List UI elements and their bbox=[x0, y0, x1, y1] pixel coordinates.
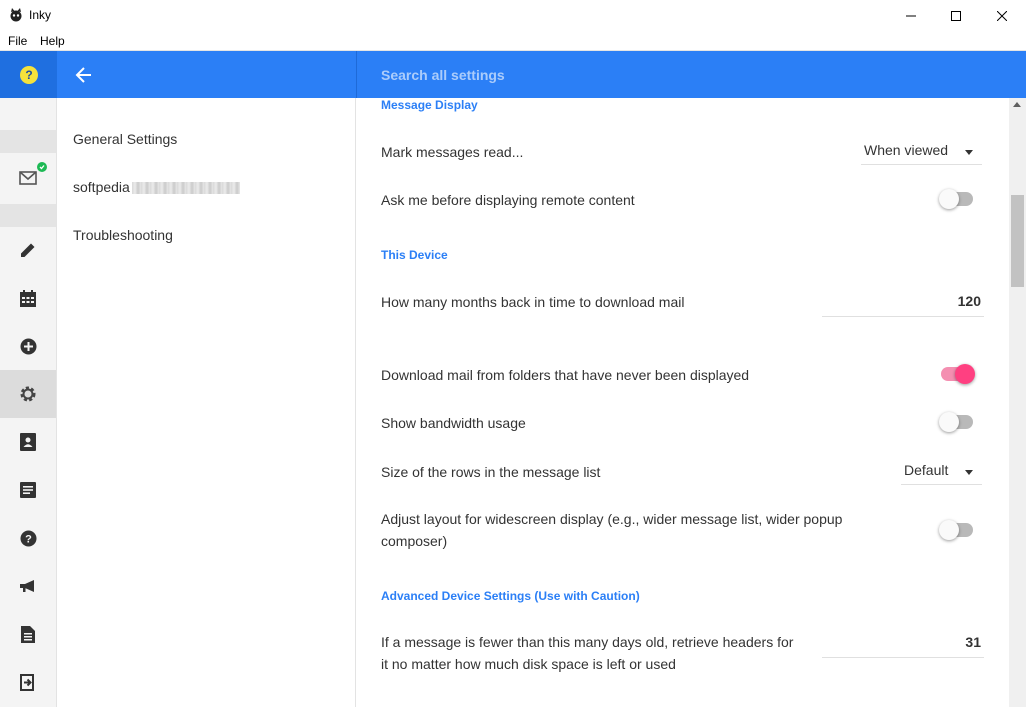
settings-search-input[interactable]: Search all settings bbox=[381, 67, 505, 83]
remote-content-toggle[interactable] bbox=[939, 189, 975, 209]
days-old-label-line1: If a message is fewer than this many day… bbox=[381, 634, 794, 650]
close-icon bbox=[997, 10, 1007, 21]
menu-bar: File Help bbox=[0, 31, 1026, 51]
settings-header: ? Search all settings bbox=[0, 51, 1026, 98]
rail-separator bbox=[0, 204, 56, 227]
rail-item-announcements[interactable] bbox=[0, 562, 56, 610]
widescreen-label-line2: composer) bbox=[381, 533, 448, 549]
section-this-device: This Device bbox=[381, 248, 448, 262]
add-circle-icon bbox=[20, 338, 36, 354]
shield-icon bbox=[37, 162, 47, 172]
chevron-down-icon bbox=[965, 150, 973, 155]
minimize-button[interactable] bbox=[888, 0, 934, 31]
rail-item-contacts[interactable] bbox=[0, 418, 56, 466]
header-divider bbox=[356, 51, 357, 98]
settings-nav: General Settings softpedia Troubleshooti… bbox=[57, 98, 356, 707]
close-button[interactable] bbox=[979, 0, 1025, 31]
inky-cat-icon bbox=[10, 8, 22, 22]
help-area: ? bbox=[0, 51, 57, 98]
maximize-icon bbox=[951, 10, 961, 21]
row-size-value: Default bbox=[904, 462, 949, 478]
row-size-select[interactable]: Default bbox=[901, 459, 982, 485]
days-old-label-line2: it no matter how much disk space is left… bbox=[381, 656, 676, 672]
rail-item-notes[interactable] bbox=[0, 466, 56, 514]
rail-item-calendar[interactable] bbox=[0, 274, 56, 322]
nav-general-settings[interactable]: General Settings bbox=[73, 131, 177, 147]
redacted-email bbox=[131, 182, 240, 195]
download-folders-toggle[interactable] bbox=[939, 364, 975, 384]
nav-account-label: softpedia bbox=[73, 179, 130, 195]
rail-item-documents[interactable] bbox=[0, 610, 56, 658]
mark-read-label: Mark messages read... bbox=[381, 144, 524, 160]
download-folders-label: Download mail from folders that have nev… bbox=[381, 367, 750, 383]
mark-read-value: When viewed bbox=[864, 142, 949, 158]
contacts-icon bbox=[20, 433, 36, 451]
bandwidth-label: Show bandwidth usage bbox=[381, 415, 526, 431]
widescreen-label-line1: Adjust layout for widescreen display (e.… bbox=[381, 511, 843, 527]
widescreen-toggle[interactable] bbox=[939, 520, 975, 540]
menu-help[interactable]: Help bbox=[40, 34, 65, 48]
help-icon: ? bbox=[20, 530, 36, 546]
days-old-input[interactable]: 31 bbox=[822, 628, 984, 658]
minimize-icon bbox=[906, 15, 916, 16]
pencil-icon bbox=[21, 243, 35, 257]
widescreen-label: Adjust layout for widescreen display (e.… bbox=[381, 508, 842, 552]
days-old-label: If a message is fewer than this many day… bbox=[381, 631, 793, 675]
section-advanced: Advanced Device Settings (Use with Cauti… bbox=[381, 589, 640, 603]
scroll-up-arrow-icon[interactable] bbox=[1013, 102, 1021, 107]
logout-icon bbox=[20, 673, 34, 691]
toggle-thumb bbox=[939, 189, 959, 209]
calendar-icon bbox=[20, 289, 36, 307]
rail-item-add[interactable] bbox=[0, 322, 56, 370]
gear-icon bbox=[20, 386, 36, 402]
toggle-thumb bbox=[955, 364, 975, 384]
rail-item-mail[interactable] bbox=[0, 154, 56, 202]
remote-content-label: Ask me before displaying remote content bbox=[381, 192, 635, 208]
scroll-thumb[interactable] bbox=[1011, 195, 1024, 287]
nav-troubleshooting[interactable]: Troubleshooting bbox=[73, 227, 173, 243]
svg-text:?: ? bbox=[25, 533, 32, 545]
section-message-display: Message Display bbox=[381, 98, 478, 112]
document-icon bbox=[21, 625, 35, 643]
bandwidth-toggle[interactable] bbox=[939, 412, 975, 432]
megaphone-icon bbox=[20, 580, 34, 592]
icon-rail: ? bbox=[0, 98, 57, 707]
help-badge[interactable]: ? bbox=[20, 66, 38, 84]
chevron-down-icon bbox=[965, 470, 973, 475]
back-arrow-icon[interactable] bbox=[74, 65, 94, 85]
rail-item-settings[interactable] bbox=[0, 370, 56, 418]
settings-content: Message Display Mark messages read... Wh… bbox=[357, 98, 1009, 707]
maximize-button[interactable] bbox=[933, 0, 979, 31]
toggle-thumb bbox=[939, 412, 959, 432]
title-bar: Inky bbox=[0, 0, 1026, 31]
menu-file[interactable]: File bbox=[8, 34, 27, 48]
rail-item-help[interactable]: ? bbox=[0, 514, 56, 562]
rail-item-logout[interactable] bbox=[0, 658, 56, 706]
row-size-label: Size of the rows in the message list bbox=[381, 464, 601, 480]
rail-item-compose[interactable] bbox=[0, 226, 56, 274]
notes-icon bbox=[20, 482, 36, 498]
mark-read-select[interactable]: When viewed bbox=[861, 139, 982, 165]
months-back-input[interactable]: 120 bbox=[822, 287, 984, 317]
months-back-label: How many months back in time to download… bbox=[381, 294, 685, 310]
window-title: Inky bbox=[29, 8, 52, 22]
content-scrollbar[interactable] bbox=[1009, 98, 1026, 707]
mail-icon bbox=[19, 171, 37, 185]
nav-account[interactable]: softpedia bbox=[73, 179, 240, 195]
toggle-thumb bbox=[939, 520, 959, 540]
rail-separator bbox=[0, 130, 56, 153]
